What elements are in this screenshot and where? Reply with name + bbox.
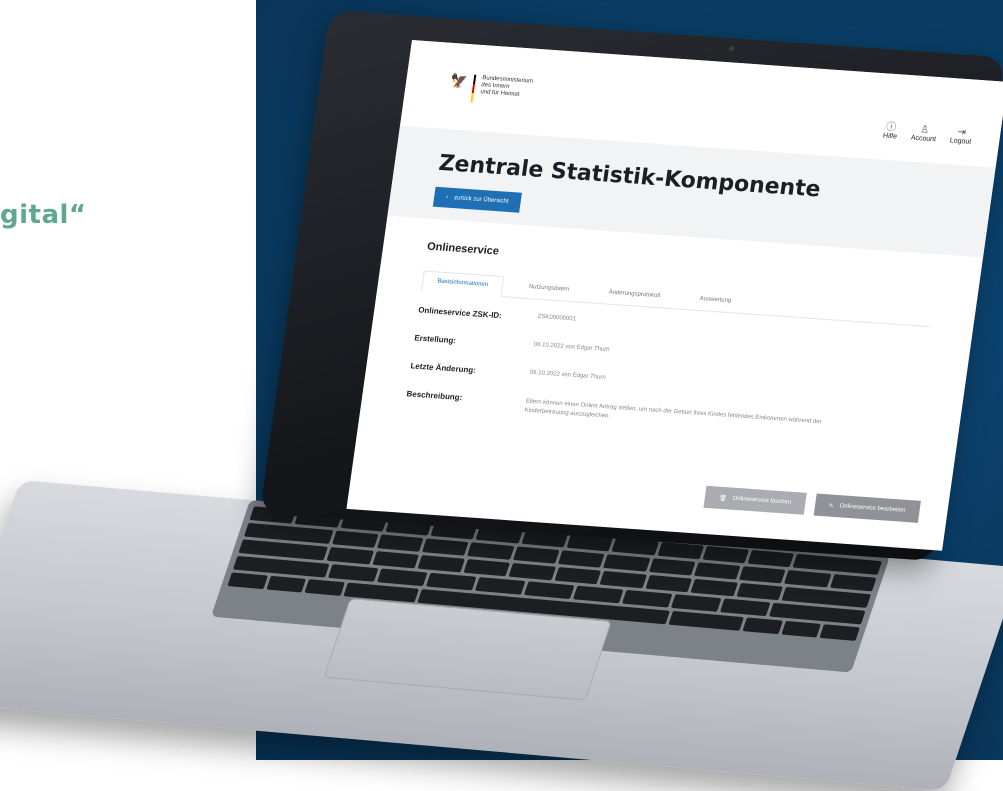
top-nav: ⓘ Hilfe ♙ Account ⇥ Logout bbox=[883, 122, 974, 146]
camera bbox=[729, 46, 734, 51]
pencil-icon: ✎ bbox=[828, 502, 835, 510]
tab-auswertung[interactable]: Auswertung bbox=[684, 289, 746, 313]
tab-nutzungsdaten[interactable]: Nutzungsdaten bbox=[513, 277, 584, 302]
edit-button[interactable]: ✎ Onlineservice bearbeiten bbox=[813, 493, 921, 523]
ministry-name: Bundesministerium des Innern und für Hei… bbox=[479, 75, 534, 98]
eagle-icon: 🦅 bbox=[449, 71, 469, 90]
field-value: ZSK00000001 bbox=[537, 313, 577, 323]
tab-aenderungsprotokoll[interactable]: Änderungsprotokoll bbox=[593, 283, 675, 309]
logout-icon: ⇥ bbox=[956, 126, 967, 139]
back-button[interactable]: ‹ zurück zur Übersicht bbox=[432, 186, 522, 213]
field-label: Onlineservice ZSK-ID: bbox=[417, 305, 503, 321]
nav-account[interactable]: ♙ Account bbox=[910, 124, 938, 143]
chevron-left-icon: ‹ bbox=[445, 194, 449, 201]
laptop: 🦅 Bundesministerium des Innern und für H… bbox=[0, 0, 1003, 791]
ministry-logo: 🦅 Bundesministerium des Innern und für H… bbox=[448, 71, 534, 107]
tab-basisinformationen[interactable]: Basisinformationen bbox=[420, 270, 505, 298]
action-bar: 🗑 Onlineservice löschen ✎ Onlineservice … bbox=[703, 485, 921, 523]
main-content: Onlineservice Basisinformationen Nutzung… bbox=[358, 216, 983, 468]
flag-bar bbox=[470, 74, 477, 103]
nav-hilfe[interactable]: ⓘ Hilfe bbox=[883, 122, 899, 141]
trash-icon: 🗑 bbox=[718, 495, 728, 502]
help-icon: ⓘ bbox=[885, 121, 897, 134]
user-icon: ♙ bbox=[919, 124, 930, 136]
nav-logout[interactable]: ⇥ Logout bbox=[949, 126, 973, 146]
delete-button[interactable]: 🗑 Onlineservice löschen bbox=[703, 485, 807, 515]
screen: 🦅 Bundesministerium des Innern und für H… bbox=[346, 40, 1003, 551]
